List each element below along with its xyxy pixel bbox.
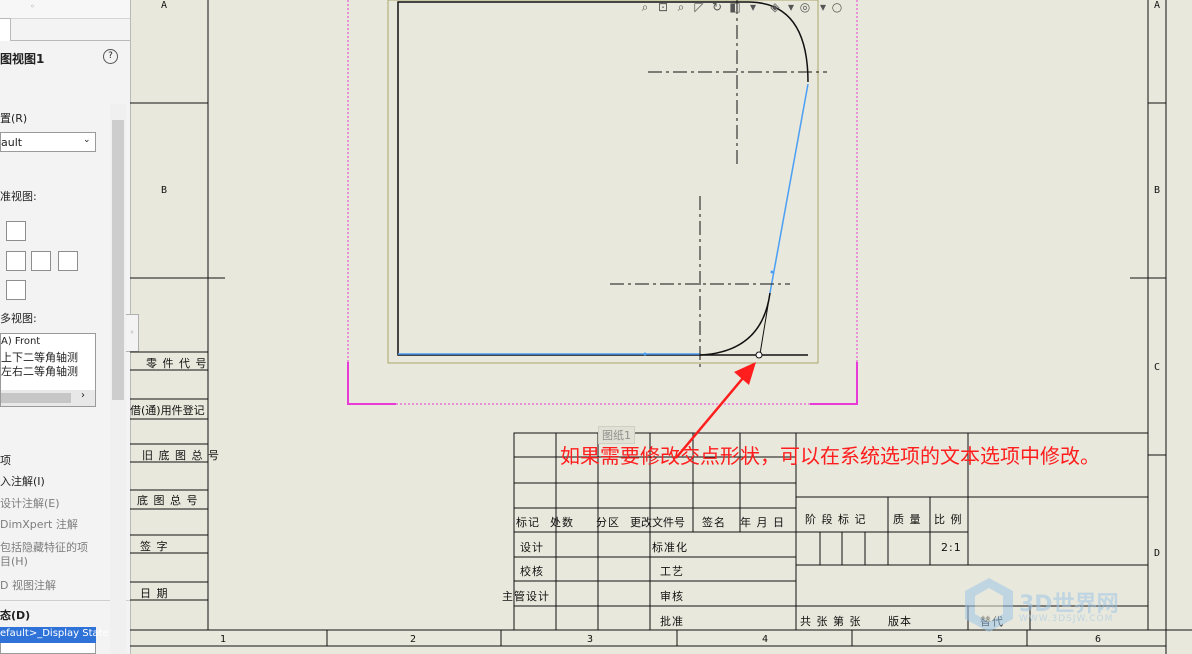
zoom-to-area-icon[interactable]: ⊡ <box>656 0 670 14</box>
zone-label: B <box>1154 185 1161 196</box>
design-annotations-option[interactable]: 设计注解(E) <box>0 495 60 511</box>
tb-change-doc: 更改文件号 <box>630 516 685 529</box>
zone-label: 4 <box>762 634 769 645</box>
config-select[interactable]: ault ⌄ <box>0 132 96 152</box>
view-selection-box[interactable] <box>347 0 858 405</box>
panel-scrollbar-thumb[interactable] <box>112 120 124 400</box>
tb-standardization: 标准化 <box>652 541 688 554</box>
tb-review: 审核 <box>660 590 684 603</box>
view-bottom-icon[interactable] <box>31 251 51 271</box>
tb-sign: 签名 <box>702 516 726 529</box>
tb-version: 版本 <box>888 615 912 628</box>
view-isometric-icon[interactable] <box>6 280 26 300</box>
view-front-icon[interactable] <box>6 251 26 271</box>
rotate-icon[interactable]: ↻ <box>710 0 724 14</box>
strip-label-base-total: 底 图 总 号 <box>137 494 199 507</box>
section-view-icon[interactable]: ◸ <box>692 0 706 14</box>
zone-label: 2 <box>410 634 417 645</box>
panel-top-strip: ◦ <box>0 0 130 19</box>
display-state-value: efault>_Display State <box>0 628 109 639</box>
hidden-features-option-line2: 目(H) <box>0 555 28 568</box>
part-outline[interactable] <box>397 1 809 359</box>
appearance-icon[interactable]: ○ <box>830 0 844 14</box>
more-views-list[interactable]: A) Front 上下二等角轴测 左右二等角轴测 › <box>0 333 96 407</box>
view-settings-icon[interactable]: ◈ <box>768 0 782 14</box>
intersection-point[interactable] <box>755 351 763 359</box>
tb-scale: 比 例 <box>934 513 963 526</box>
dimxpert-option[interactable]: DimXpert 注解 <box>0 516 78 532</box>
chevron-down-icon: ⌄ <box>83 135 91 145</box>
zone-label: 3 <box>587 634 594 645</box>
list-hscrollbar[interactable]: › <box>1 390 95 406</box>
more-views-title: 多视图: <box>0 312 37 325</box>
tb-chief-designer: 主管设计 <box>502 590 550 603</box>
tb-count: 处数 <box>550 516 574 529</box>
tb-stage-mark: 阶 段 标 记 <box>805 513 867 526</box>
hide-show-icon[interactable]: ▾ <box>746 0 760 14</box>
zone-label: B <box>161 185 168 196</box>
strip-label-part-code: 零 件 代 号 <box>146 357 208 370</box>
import-annotations-checkbox-label[interactable]: 入注解(I) <box>0 473 45 489</box>
property-manager-panel: ◦ 图视图1 ? ⌃ 置(R) ault ⌄ ⌃ 准视图: 多视图: A) Fr… <box>0 0 131 654</box>
watermark: 3D世界网 WWW.3DSJW.COM <box>963 576 1119 636</box>
sheet-frame <box>130 0 1192 654</box>
cube-logo-icon <box>965 578 1013 632</box>
chevron-down-icon[interactable]: ▾ <box>816 0 830 14</box>
strip-label-date: 日 期 <box>140 587 169 600</box>
tb-process: 工艺 <box>660 565 684 578</box>
chevron-down-icon[interactable]: ▾ <box>784 0 798 14</box>
watermark-subtext: WWW.3DSJW.COM <box>1019 614 1114 624</box>
tb-check: 校核 <box>520 565 544 578</box>
zone-label: 1 <box>220 634 227 645</box>
view-right-icon[interactable] <box>6 221 26 241</box>
strip-label-old-base: 旧 底 图 总 号 <box>142 449 220 462</box>
tb-mass: 质 量 <box>893 513 922 526</box>
tb-sheets: 共 张 第 张 <box>800 615 862 628</box>
panel-tab[interactable] <box>0 18 11 41</box>
zone-label: A <box>1154 0 1161 11</box>
zone-label: 6 <box>1095 634 1102 645</box>
zoom-to-fit-icon[interactable]: ⌕ <box>638 0 652 14</box>
display-style-icon[interactable]: ◧ <box>728 0 742 14</box>
previous-view-icon[interactable]: ⌕ <box>674 0 688 14</box>
more-views-item[interactable]: 左右二等角轴测 <box>1 363 78 379</box>
view-border <box>387 0 819 364</box>
strip-label-common-part: 借(通)用件登记 <box>130 404 205 417</box>
tb-scale-value: 2:1 <box>941 541 962 554</box>
display-state-item[interactable]: efault>_Display State <box>0 627 109 643</box>
annotation-callout-text: 如果需要修改交点形状，可以在系统选项的文本选项中修改。 <box>560 444 1100 468</box>
chevron-right-icon[interactable]: › <box>81 390 85 401</box>
drawing-sheet[interactable] <box>130 0 1192 654</box>
ref-config-section-title: 置(R) <box>0 112 28 125</box>
zone-label: A <box>161 0 168 11</box>
help-icon[interactable]: ? <box>103 49 118 64</box>
zone-label: C <box>1154 362 1161 373</box>
tb-mark: 标记 <box>516 516 540 529</box>
scene-icon[interactable]: ◎ <box>798 0 812 14</box>
panel-title: 图视图1 <box>0 52 45 66</box>
config-select-value: ault <box>1 136 23 149</box>
strip-label-signature: 签 字 <box>140 540 169 553</box>
zone-label: D <box>1154 548 1161 559</box>
more-views-item[interactable]: A) Front <box>1 336 40 347</box>
panel-scrollbar[interactable] <box>110 104 126 654</box>
tb-approve: 批准 <box>660 615 684 628</box>
standard-views-title: 准视图: <box>0 190 37 203</box>
collapse-dot-icon[interactable]: ◦ <box>30 2 35 11</box>
tb-zone: 分区 <box>596 516 620 529</box>
tb-date: 年 月 日 <box>740 516 785 529</box>
display-state-section-title: 态(D) <box>0 609 31 622</box>
tb-design: 设计 <box>520 541 544 554</box>
center-marks <box>610 0 827 370</box>
annotations-section-title: 项 <box>0 454 11 467</box>
3d-view-annotations-option[interactable]: D 视图注解 <box>0 577 56 593</box>
zone-label: 5 <box>937 634 944 645</box>
view-back-icon[interactable] <box>58 251 78 271</box>
